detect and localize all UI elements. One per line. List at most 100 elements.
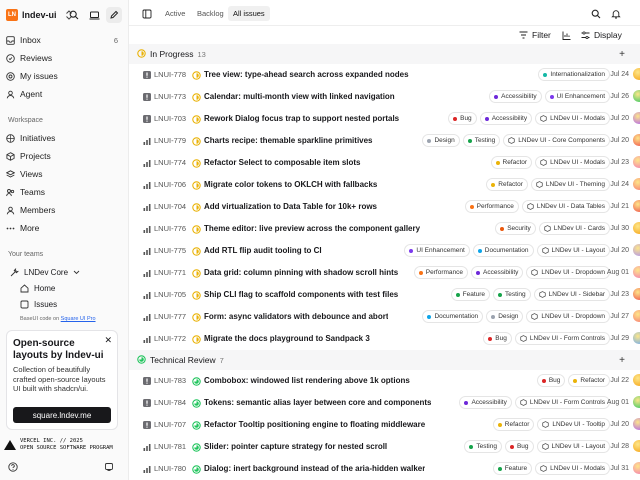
workspace-switcher[interactable]: LN lndev-ui <box>6 8 73 22</box>
issue-row[interactable]: LNUI-777 Form: async validators with debo… <box>129 306 640 328</box>
team-lndev-core[interactable]: LNDev Core <box>10 265 80 279</box>
tab-active[interactable]: Active <box>160 6 190 21</box>
issue-status[interactable] <box>192 71 201 82</box>
add-issue-button[interactable]: + <box>619 49 625 60</box>
issue-status[interactable] <box>192 269 201 280</box>
issue-row[interactable]: LNUI-775 Add RTL flip audit tooling to CI… <box>129 240 640 262</box>
project-chip[interactable]: LNDev UI - Data Tables <box>521 200 610 213</box>
assignee-avatar[interactable] <box>633 396 640 408</box>
assignee-avatar[interactable] <box>633 112 640 124</box>
issue-row[interactable]: LNUI-774 Refactor Select to composable it… <box>129 152 640 174</box>
label-chip[interactable]: UI Enhancement <box>404 244 470 257</box>
new-issue-button[interactable] <box>106 7 122 23</box>
issue-status[interactable] <box>192 247 201 258</box>
sidebar-item-reviews[interactable]: Reviews <box>6 51 118 65</box>
add-issue-button[interactable]: + <box>619 355 625 366</box>
issue-status[interactable] <box>192 465 201 476</box>
label-chip[interactable]: Feature <box>492 462 533 475</box>
sidebar-item-members[interactable]: Members <box>6 203 118 217</box>
label-chip[interactable]: Bug <box>483 332 512 345</box>
priority[interactable] <box>143 399 151 409</box>
assignee-avatar[interactable] <box>633 222 640 234</box>
assignee-avatar[interactable] <box>633 156 640 168</box>
priority[interactable] <box>143 93 151 103</box>
label-chip[interactable]: Refactor <box>568 374 610 387</box>
github-button[interactable] <box>102 460 116 474</box>
label-chip[interactable]: Accessibility <box>459 396 512 409</box>
assignee-avatar[interactable] <box>633 266 640 278</box>
team-item-issues[interactable]: Issues <box>20 297 57 311</box>
label-chip[interactable]: Feature <box>450 288 491 301</box>
search-issues-button[interactable] <box>588 6 604 22</box>
assignee-avatar[interactable] <box>633 200 640 212</box>
close-icon[interactable]: ✕ <box>104 335 112 346</box>
chart-view-button[interactable] <box>562 28 571 42</box>
assignee-avatar[interactable] <box>633 332 640 344</box>
issue-status[interactable] <box>192 137 201 148</box>
label-chip[interactable]: Accessibility <box>479 112 533 125</box>
issue-status[interactable] <box>192 443 201 454</box>
project-chip[interactable]: LNDev UI - Form Controls <box>514 332 610 345</box>
assignee-avatar[interactable] <box>633 178 640 190</box>
issue-status[interactable] <box>192 93 201 104</box>
priority[interactable] <box>143 313 151 323</box>
label-chip[interactable]: Testing <box>462 134 501 147</box>
issue-status[interactable] <box>192 335 201 346</box>
issue-row[interactable]: LNUI-704 Add virtualization to Data Table… <box>129 196 640 218</box>
label-chip[interactable]: Testing <box>464 440 502 453</box>
label-chip[interactable]: Refactor <box>492 418 535 431</box>
assignee-avatar[interactable] <box>633 418 640 430</box>
label-chip[interactable]: Design <box>422 134 460 147</box>
priority[interactable] <box>143 247 151 257</box>
assignee-avatar[interactable] <box>633 288 640 300</box>
project-chip[interactable]: LNDev UI - Form Controls <box>514 396 610 409</box>
credit-link[interactable]: Square UI Pro <box>61 316 96 322</box>
issue-status[interactable] <box>192 181 201 192</box>
label-chip[interactable]: Refactor <box>486 178 528 191</box>
display-button[interactable]: Display <box>581 28 622 42</box>
project-chip[interactable]: LNDev UI - Modals <box>535 462 610 475</box>
label-chip[interactable]: UI Enhancement <box>544 90 610 103</box>
group-header[interactable]: Technical Review 7 + <box>129 350 640 370</box>
project-chip[interactable]: LNDev UI - Modals <box>535 112 610 125</box>
sidebar-item-views[interactable]: Views <box>6 167 118 181</box>
sidebar-item-teams[interactable]: Teams <box>6 185 118 199</box>
priority[interactable] <box>143 159 151 169</box>
issue-status[interactable] <box>192 313 201 324</box>
issue-row[interactable]: LNUI-707 Refactor Tooltip positioning eng… <box>129 414 640 436</box>
label-chip[interactable]: Bug <box>448 112 477 125</box>
assignee-avatar[interactable] <box>633 440 640 452</box>
label-chip[interactable]: Documentation <box>422 310 484 323</box>
priority[interactable] <box>143 181 151 191</box>
issue-row[interactable]: LNUI-705 Ship CLI flag to scaffold compon… <box>129 284 640 306</box>
assignee-avatar[interactable] <box>633 90 640 102</box>
sidebar-item-projects[interactable]: Projects <box>6 149 118 163</box>
priority[interactable] <box>143 335 151 345</box>
priority[interactable] <box>143 137 151 147</box>
priority[interactable] <box>143 203 151 213</box>
priority[interactable] <box>143 377 151 387</box>
label-chip[interactable]: Refactor <box>490 156 533 169</box>
project-chip[interactable]: LNDev UI - Dropdown <box>526 310 610 323</box>
issue-row[interactable]: LNUI-772 Migrate the docs playground to S… <box>129 328 640 350</box>
label-chip[interactable]: Accessibility <box>471 266 524 279</box>
issue-row[interactable]: LNUI-778 Tree view: type-ahead search acr… <box>129 64 640 86</box>
priority[interactable] <box>143 71 151 81</box>
issue-status[interactable] <box>192 203 201 214</box>
priority[interactable] <box>143 225 151 235</box>
issue-status[interactable] <box>192 225 201 236</box>
tab-all-issues[interactable]: All issues <box>228 6 270 21</box>
issue-row[interactable]: LNUI-783 Combobox: windowed list renderin… <box>129 370 640 392</box>
priority[interactable] <box>143 115 151 125</box>
filter-button[interactable]: Filter <box>519 28 551 42</box>
team-item-home[interactable]: Home <box>20 281 55 295</box>
label-chip[interactable]: Accessibility <box>489 90 542 103</box>
issue-status[interactable] <box>192 291 201 302</box>
assignee-avatar[interactable] <box>633 68 640 80</box>
priority[interactable] <box>143 465 151 475</box>
display-mode-button[interactable] <box>86 7 102 23</box>
assignee-avatar[interactable] <box>633 134 640 146</box>
issue-row[interactable]: LNUI-784 Tokens: semantic alias layer bet… <box>129 392 640 414</box>
issue-row[interactable]: LNUI-773 Calendar: multi-month view with … <box>129 86 640 108</box>
priority[interactable] <box>143 269 151 279</box>
